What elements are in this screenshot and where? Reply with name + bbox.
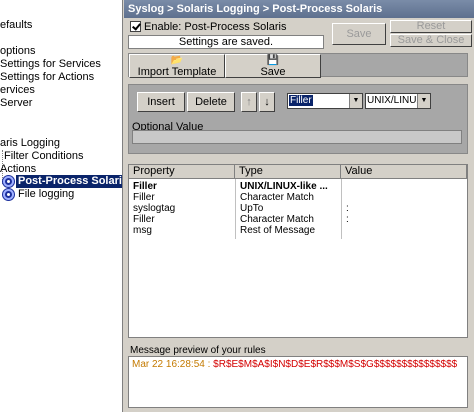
action-editor: Syslog > Solaris Logging > Post-Process …	[124, 0, 474, 412]
cell-property: msg	[133, 225, 152, 236]
save-template-button[interactable]: 💾 Save	[225, 54, 321, 78]
navigation-tree: efaults options Settings for Services Se…	[0, 0, 123, 412]
tree-item-options[interactable]: options	[0, 45, 35, 58]
tree-item-settings-services[interactable]: Settings for Services	[0, 58, 101, 71]
cell-type: Character Match	[240, 192, 314, 203]
cell-property: Filler	[133, 181, 157, 192]
property-select-value: Filler	[289, 95, 313, 106]
table-header: Property Type Value	[129, 165, 467, 179]
tree-item-post-process-solaris[interactable]: Post-Process Solaris	[16, 175, 122, 188]
message-preview: Mar 22 16:28:54 : $R$E$M$A$I$N$D$E$R$$$M…	[128, 356, 468, 408]
reset-button[interactable]: Reset	[390, 20, 472, 33]
template-toolbar: 📂 Import Template 💾 Save	[128, 53, 468, 78]
delete-button[interactable]: Delete	[187, 92, 235, 112]
import-template-button[interactable]: 📂 Import Template	[129, 54, 225, 78]
chevron-down-icon: ▼	[349, 94, 362, 108]
folder-open-icon: 📂	[170, 55, 184, 66]
optional-value-input[interactable]	[132, 130, 462, 144]
tree-item-server[interactable]: Server	[0, 97, 32, 110]
save-close-button[interactable]: Save & Close	[390, 34, 472, 47]
property-select[interactable]: Filler ▼	[287, 93, 363, 109]
enable-row[interactable]: Enable: Post-Process Solaris	[130, 21, 286, 35]
column-header-property[interactable]: Property	[129, 165, 235, 179]
breadcrumb: Syslog > Solaris Logging > Post-Process …	[124, 0, 474, 18]
action-icon	[3, 189, 14, 200]
floppy-disk-icon: 💾	[266, 55, 280, 66]
preview-label: Message preview of your rules	[130, 345, 266, 356]
cell-type: Character Match	[240, 214, 314, 225]
preview-text: $R$E$M$A$I$N$D$E$R$$$M$S$G$$$$$$$$$$$$$$…	[213, 359, 458, 370]
cell-type: Rest of Message	[240, 225, 316, 236]
action-icon	[3, 176, 14, 187]
cell-type: UpTo	[240, 203, 264, 214]
status-message: Settings are saved.	[128, 35, 324, 49]
import-template-label: Import Template	[137, 66, 217, 78]
column-header-type[interactable]: Type	[235, 165, 341, 179]
tree-item-solaris-logging[interactable]: aris Logging	[0, 137, 60, 150]
preview-timestamp: Mar 22 16:28:54 :	[132, 359, 211, 370]
save-template-label: Save	[260, 66, 286, 78]
cell-property: Filler	[133, 192, 155, 203]
rules-table: Property Type Value Filler UNIX/LINUX-li…	[128, 164, 468, 338]
tree-item-defaults[interactable]: efaults	[0, 19, 32, 32]
cell-property: syslogtag	[133, 203, 176, 214]
cell-type: UNIX/LINUX-like ...	[240, 181, 328, 192]
type-select[interactable]: UNIX/LINUX-lik ▼	[365, 93, 431, 109]
tree-item-services[interactable]: ervices	[0, 84, 35, 97]
tree-item-settings-actions[interactable]: Settings for Actions	[0, 71, 94, 84]
cell-property: Filler	[133, 214, 155, 225]
save-button[interactable]: Save	[332, 23, 386, 45]
enable-label: Enable: Post-Process Solaris	[144, 21, 287, 33]
move-down-arrow-icon[interactable]: ↓	[259, 92, 275, 112]
enable-checkbox[interactable]	[130, 21, 141, 32]
move-up-arrow-icon[interactable]: ↑	[241, 92, 257, 112]
column-header-value[interactable]: Value	[341, 165, 467, 179]
chevron-down-icon: ▼	[417, 94, 430, 108]
tree-item-file-logging[interactable]: File logging	[18, 188, 74, 201]
cell-value: :	[346, 203, 349, 214]
tree-item-filter-conditions[interactable]: Filter Conditions	[4, 150, 83, 163]
cell-value: :	[346, 214, 349, 225]
insert-button[interactable]: Insert	[137, 92, 185, 112]
